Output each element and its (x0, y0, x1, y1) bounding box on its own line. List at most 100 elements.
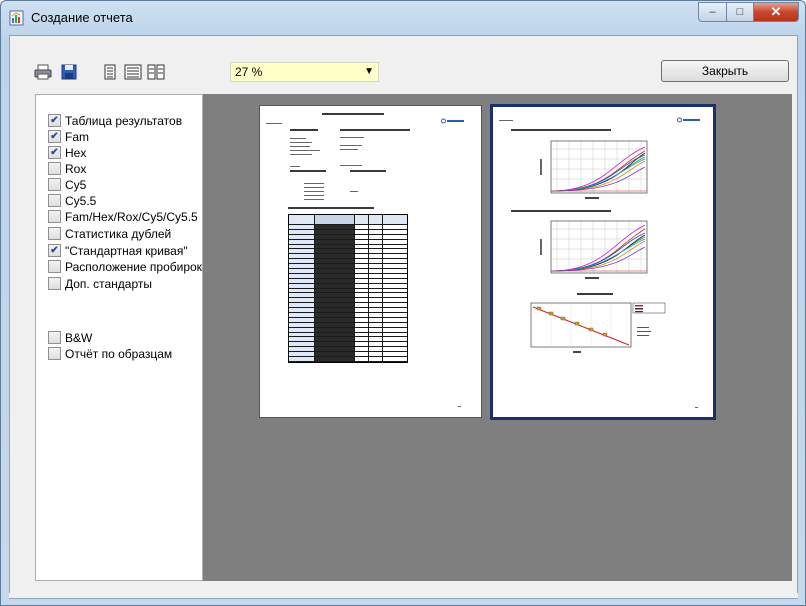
checkbox[interactable] (48, 277, 61, 290)
option-cy5-5[interactable]: Cy5.5 (48, 193, 96, 208)
chevron-down-icon[interactable]: ▼ (364, 66, 374, 77)
preview-page-2[interactable] (490, 104, 716, 420)
standard-curve-chart (530, 302, 666, 353)
page-title-line (322, 113, 384, 115)
checkbox[interactable] (48, 331, 61, 344)
table-cell (369, 229, 383, 234)
table-cell (355, 278, 369, 283)
print-preview-area[interactable] (203, 94, 792, 581)
option-label: "Стандартная кривая" (65, 243, 188, 258)
table-cell (355, 264, 369, 269)
layout-single-icon[interactable] (101, 64, 119, 80)
minimize-icon: – (709, 6, 716, 18)
option-all-channels[interactable]: Fam/Hex/Rox/Cy5/Cy5.5 (48, 209, 198, 224)
checkbox[interactable] (48, 260, 61, 273)
table-cell (289, 347, 315, 352)
table-cell (315, 259, 355, 264)
table-cell (289, 234, 315, 239)
table-cell (315, 303, 355, 308)
table-cell (355, 254, 369, 259)
table-cell (315, 308, 355, 313)
close-window-button[interactable]: ✕ (753, 2, 799, 22)
table-cell (315, 337, 355, 342)
table-cell (315, 254, 355, 259)
checkbox[interactable] (48, 162, 61, 175)
layout-wide-icon[interactable] (124, 64, 142, 80)
table-cell (315, 288, 355, 293)
option-rox[interactable]: Rox (48, 161, 86, 176)
checkbox[interactable]: ✔ (48, 244, 61, 257)
table-cell (355, 244, 369, 249)
table-cell (383, 337, 407, 341)
table-cell (369, 357, 383, 361)
table-cell (289, 288, 315, 293)
checkbox[interactable] (48, 227, 61, 240)
table-cell (383, 225, 407, 229)
print-icon[interactable] (34, 64, 52, 80)
preview-page-1[interactable] (259, 105, 482, 418)
table-cell (369, 303, 383, 308)
close-button[interactable]: Закрыть (661, 60, 789, 82)
table-cell (369, 337, 383, 342)
layout-two-page-icon[interactable] (147, 64, 165, 80)
checkbox[interactable]: ✔ (48, 146, 61, 159)
company-logo-icon (677, 117, 700, 123)
checkbox[interactable] (48, 178, 61, 191)
checkbox[interactable] (48, 347, 61, 360)
option-extra-standards[interactable]: Доп. стандарты (48, 276, 152, 291)
table-cell (369, 234, 383, 239)
title-bar[interactable]: Создание отчета – □ ✕ (1, 1, 805, 35)
status-strip (9, 593, 798, 598)
option-fam[interactable]: ✔ Fam (48, 129, 89, 144)
table-cell (355, 303, 369, 308)
table-cell (355, 269, 369, 273)
table-cell (369, 273, 383, 278)
table-cell (383, 352, 407, 356)
table-cell (315, 327, 355, 332)
amplification-chart-fam (540, 140, 648, 199)
table-cell (315, 249, 355, 254)
page-text-line (304, 195, 324, 196)
checkbox[interactable] (48, 210, 61, 223)
zoom-select[interactable]: 27 % ▼ (230, 62, 379, 82)
page-text-line (304, 183, 324, 184)
page-text-line (290, 138, 306, 139)
option-bw[interactable]: B&W (48, 330, 92, 345)
option-standard-curve[interactable]: ✔ "Стандартная кривая" (48, 243, 188, 258)
table-cell (369, 322, 383, 327)
table-cell (355, 225, 369, 229)
table-cell (289, 298, 315, 303)
table-cell (383, 308, 407, 312)
page-text-line (290, 170, 326, 172)
table-cell (383, 235, 407, 239)
maximize-button[interactable]: □ (726, 2, 753, 22)
option-label: Hex (65, 145, 87, 160)
table-cell (369, 283, 383, 288)
checkbox[interactable]: ✔ (48, 130, 61, 143)
table-cell (315, 283, 355, 288)
checkbox[interactable]: ✔ (48, 114, 61, 127)
table-cell (355, 337, 369, 342)
option-cy5[interactable]: Cy5 (48, 177, 86, 192)
table-cell (315, 234, 355, 239)
table-cell (315, 342, 355, 347)
option-results-table[interactable]: ✔ Таблица результатов (48, 113, 182, 128)
table-cell (355, 357, 369, 361)
checkbox[interactable] (48, 194, 61, 207)
table-cell (315, 278, 355, 283)
save-icon[interactable] (60, 64, 78, 80)
minimize-button[interactable]: – (698, 2, 726, 22)
option-tube-layout[interactable]: Расположение пробирок (48, 259, 202, 274)
table-cell (355, 327, 369, 332)
page-text-line (340, 165, 362, 166)
table-cell (289, 249, 315, 254)
table-cell (383, 298, 407, 302)
option-hex[interactable]: ✔ Hex (48, 145, 86, 160)
option-sample-report[interactable]: Отчёт по образцам (48, 346, 172, 361)
table-cell (383, 293, 407, 297)
table-cell (315, 239, 355, 244)
table-cell (383, 215, 407, 224)
zoom-value: 27 % (235, 65, 263, 79)
table-cell (315, 229, 355, 234)
option-duplicate-stats[interactable]: Статистика дублей (48, 226, 171, 241)
